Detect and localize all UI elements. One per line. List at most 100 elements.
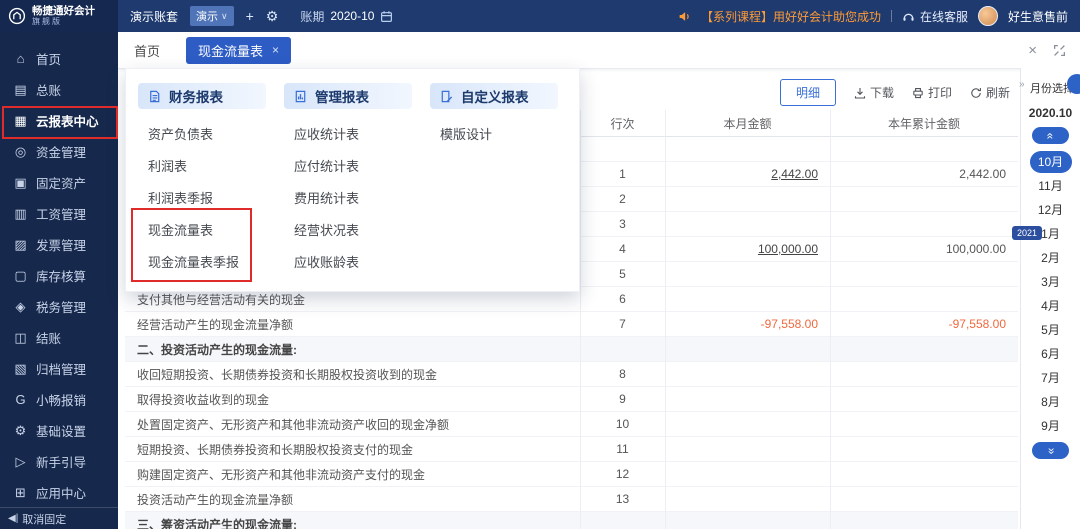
month-option[interactable]: 8月	[1021, 390, 1080, 414]
sidebar-item-ledger[interactable]: ▤ 总账	[0, 74, 118, 105]
sidebar-item-home[interactable]: ⌂ 首页	[0, 43, 118, 74]
sidebar-item-fixed-assets[interactable]: ▣ 固定资产	[0, 167, 118, 198]
expand-icon[interactable]	[1053, 44, 1066, 57]
sidebar-item-closing[interactable]: ◫ 结账	[0, 322, 118, 353]
sidebar-item-archive[interactable]: ▧ 归档管理	[0, 353, 118, 384]
sidebar-item-salary[interactable]: ▥ 工资管理	[0, 198, 118, 229]
unpin-icon: ◀|	[8, 513, 19, 524]
megamenu-item[interactable]: 模版设计	[430, 119, 571, 151]
megamenu-item[interactable]: 经营状况表	[284, 215, 425, 247]
table-row: 三、筹资活动产生的现金流量:	[125, 512, 1018, 529]
top-bar: 畅捷通好会计 旗舰版 演示账套 演示 ∨ + ⚙ 账期 2020-10 【系列课…	[0, 0, 1080, 32]
cell-project: 处置固定资产、无形资产和其他非流动资产收回的现金净额	[137, 417, 450, 432]
month-option[interactable]: 4月	[1021, 294, 1080, 318]
calendar-icon[interactable]	[380, 10, 393, 23]
megamenu-item-list: 模版设计	[430, 119, 571, 151]
sidebar-item-settings[interactable]: ⚙ 基础设置	[0, 415, 118, 446]
cell-line-no: 12	[615, 467, 630, 481]
period-label: 账期	[300, 9, 325, 24]
sidebar-item-tax[interactable]: ◈ 税务管理	[0, 291, 118, 322]
table-row: 收回短期投资、长期债券投资和长期股权投资收到的现金 8	[125, 362, 1018, 387]
megamenu-item[interactable]: 利润表	[138, 151, 279, 183]
megamenu-item[interactable]: 费用统计表	[284, 183, 425, 215]
megamenu-item[interactable]: 现金流量表	[138, 215, 279, 247]
sidebar-item-cloud-report[interactable]: ▦ 云报表中心	[0, 105, 118, 136]
detail-button[interactable]: 明细	[779, 79, 836, 106]
header-line-no: 行次	[610, 116, 635, 131]
megamenu-item[interactable]: 应收统计表	[284, 119, 425, 151]
table-row: 处置固定资产、无形资产和其他非流动资产收回的现金净额 10	[125, 412, 1018, 437]
finance-report-icon	[150, 90, 160, 102]
scroll-down-button[interactable]: «	[1032, 442, 1069, 459]
month-option[interactable]: 7月	[1021, 366, 1080, 390]
month-option[interactable]: 3月	[1021, 270, 1080, 294]
megamenu-item[interactable]: 现金流量表季报	[138, 247, 279, 279]
cell-line-no: 1	[619, 167, 626, 181]
sidebar-item-invoice[interactable]: ▨ 发票管理	[0, 229, 118, 260]
month-option[interactable]: 6月	[1021, 342, 1080, 366]
online-service-label: 在线客服	[919, 9, 968, 24]
report-center-menu: 财务报表 资产负债表 利润表 利润表季报 现金流量表 现金流量表季报 管理报表 应收统计表 应付…	[125, 68, 580, 292]
demo-mode-dropdown[interactable]: 演示 ∨	[190, 6, 234, 26]
month-option[interactable]: 5月	[1021, 318, 1080, 342]
megamenu-item[interactable]: 利润表季报	[138, 183, 279, 215]
add-account-button[interactable]: +	[246, 9, 254, 23]
close-all-tabs-icon[interactable]: ×	[1028, 43, 1037, 58]
month-option[interactable]: 11月	[1021, 174, 1080, 198]
tab-close-icon[interactable]: ×	[272, 43, 279, 57]
avatar[interactable]	[977, 6, 998, 26]
floating-help-button[interactable]	[1067, 74, 1080, 94]
chevron-down-icon: ∨	[221, 10, 228, 21]
month-option[interactable]: 12月	[1021, 198, 1080, 222]
tab-active-label: 现金流量表	[198, 43, 264, 59]
logo-subtitle: 旗舰版	[32, 17, 62, 27]
megamenu-item[interactable]: 应收账龄表	[284, 247, 425, 279]
username[interactable]: 好生意售前	[1008, 8, 1068, 25]
cell-project: 取得投资收益收到的现金	[137, 392, 270, 407]
sidebar: ⌂ 首页 ▤ 总账 ▦ 云报表中心 ◎ 资金管理 ▣ 固定资产 ▥ 工资管理 ▨ 发票管理 ▢ 库存核算 ◈ 税务…	[0, 32, 118, 529]
online-service-button[interactable]: 在线客服	[902, 8, 968, 25]
collapse-handle-icon[interactable]: »	[1019, 79, 1025, 90]
download-button[interactable]: 下载	[854, 84, 894, 101]
cell-line-no: 8	[619, 367, 626, 381]
sidebar-item-reimburse[interactable]: G 小畅报销	[0, 384, 118, 415]
cell-project: 三、筹资活动产生的现金流量:	[137, 517, 297, 529]
cell-year-amount: 100,000.00	[945, 242, 1006, 256]
tab-cash-flow-active[interactable]: 现金流量表 ×	[186, 36, 292, 64]
sidebar-item-funds[interactable]: ◎ 资金管理	[0, 136, 118, 167]
tab-bar: 首页 现金流量表 × ×	[118, 32, 1080, 69]
sidebar-item-apps[interactable]: ⊞ 应用中心	[0, 477, 118, 508]
column-divider	[580, 110, 581, 529]
print-button[interactable]: 打印	[912, 84, 952, 101]
megamenu-item[interactable]: 应付统计表	[284, 151, 425, 183]
plus-icon: +	[245, 8, 254, 24]
promo-banner[interactable]: 【系列课程】用好好会计助您成功	[701, 8, 881, 25]
sidebar-item-label: 发票管理	[36, 239, 87, 253]
home-icon: ⌂	[16, 51, 25, 66]
megamenu-header-label: 自定义报表	[461, 90, 529, 105]
gear-icon: ⚙	[265, 8, 279, 24]
megamenu-item[interactable]: 资产负债表	[138, 119, 279, 151]
tab-home[interactable]: 首页	[134, 41, 160, 60]
unpin-sidebar-button[interactable]: ◀| 取消固定	[0, 507, 118, 529]
table-row: 二、投资活动产生的现金流量:	[125, 337, 1018, 362]
fixed-assets-icon: ▣	[14, 174, 27, 190]
refresh-button[interactable]: 刷新	[970, 84, 1010, 101]
sidebar-item-inventory[interactable]: ▢ 库存核算	[0, 260, 118, 291]
funds-icon: ◎	[14, 143, 27, 159]
sidebar-item-label: 工资管理	[36, 208, 87, 222]
month-option[interactable]: 9月	[1021, 414, 1080, 438]
sidebar-item-label: 云报表中心	[36, 115, 99, 129]
month-amount-link[interactable]: 2,442.00	[771, 167, 818, 181]
refresh-label: 刷新	[985, 86, 1010, 100]
settings-button[interactable]: ⚙	[266, 9, 279, 23]
month-amount-link[interactable]: 100,000.00	[758, 242, 818, 256]
scroll-up-button[interactable]: «	[1032, 127, 1069, 144]
cell-project: 收回短期投资、长期债券投资和长期股权投资收到的现金	[137, 367, 438, 382]
month-option[interactable]: 10月	[1029, 151, 1072, 173]
month-option[interactable]: 2月	[1021, 246, 1080, 270]
cell-line-no: 11	[616, 442, 629, 456]
sidebar-item-guide[interactable]: ▷ 新手引导	[0, 446, 118, 477]
cell-project: 购建固定资产、无形资产和其他非流动资产支付的现金	[137, 467, 426, 482]
sidebar-item-label: 新手引导	[36, 456, 87, 470]
